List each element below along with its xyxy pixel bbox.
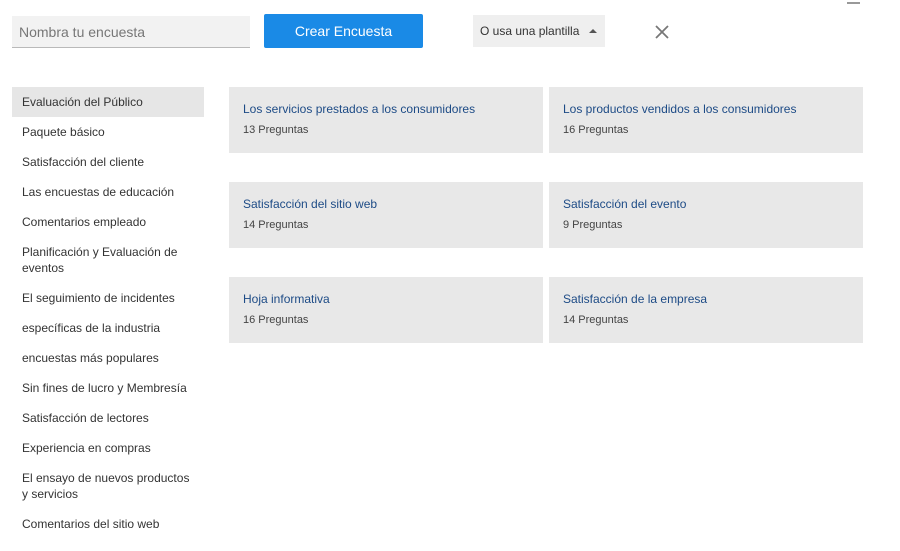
template-card-question-count: 14 Preguntas: [243, 219, 309, 231]
create-survey-button[interactable]: Crear Encuesta: [264, 14, 423, 48]
survey-name-input[interactable]: [12, 16, 250, 48]
template-card[interactable]: Hoja informativa 16 Preguntas: [229, 277, 543, 343]
template-card[interactable]: Los servicios prestados a los consumidor…: [229, 87, 543, 153]
template-card[interactable]: Los productos vendidos a los consumidore…: [549, 87, 863, 153]
template-card-question-count: 14 Preguntas: [563, 314, 629, 326]
caret-up-icon: [589, 29, 597, 33]
top-right-clipped-controls: [847, 0, 860, 4]
template-card-title: Satisfacción del evento: [563, 197, 687, 211]
template-card[interactable]: Satisfacción del sitio web 14 Preguntas: [229, 182, 543, 248]
template-card-title: Los productos vendidos a los consumidore…: [563, 102, 797, 116]
sidebar-item-encuestas-educacion[interactable]: Las encuestas de educación: [12, 177, 204, 207]
template-cards-grid: Los servicios prestados a los consumidor…: [229, 87, 863, 343]
sidebar-item-satisfaccion-lectores[interactable]: Satisfacción de lectores: [12, 403, 204, 433]
template-card-title: Hoja informativa: [243, 292, 330, 306]
template-card[interactable]: Satisfacción de la empresa 14 Preguntas: [549, 277, 863, 343]
template-card-title: Satisfacción de la empresa: [563, 292, 708, 306]
clipped-icon: [847, 0, 860, 4]
close-icon: [655, 25, 669, 39]
sidebar-item-comentarios-empleado[interactable]: Comentarios empleado: [12, 207, 204, 237]
sidebar-item-evaluacion-publico[interactable]: Evaluación del Público: [12, 87, 204, 117]
template-card-question-count: 13 Preguntas: [243, 124, 309, 136]
template-dropdown-label: O usa una plantilla: [480, 24, 580, 38]
sidebar-item-experiencia-compras[interactable]: Experiencia en compras: [12, 433, 204, 463]
template-card-question-count: 16 Preguntas: [243, 314, 309, 326]
sidebar-item-paquete-basico[interactable]: Paquete básico: [12, 117, 204, 147]
template-card-title: Los servicios prestados a los consumidor…: [243, 102, 476, 116]
template-card-title: Satisfacción del sitio web: [243, 197, 378, 211]
sidebar-item-planificacion-eventos[interactable]: Planificación y Evaluación de eventos: [12, 237, 204, 283]
sidebar-item-ensayo-productos[interactable]: El ensayo de nuevos productos y servicio…: [12, 463, 204, 509]
category-sidebar: Evaluación del Público Paquete básico Sa…: [12, 87, 204, 539]
sidebar-item-seguimiento-incidentes[interactable]: El seguimiento de incidentes: [12, 283, 204, 313]
sidebar-item-satisfaccion-cliente[interactable]: Satisfacción del cliente: [12, 147, 204, 177]
template-dropdown[interactable]: O usa una plantilla: [473, 15, 605, 47]
template-card-question-count: 16 Preguntas: [563, 124, 629, 136]
sidebar-item-mas-populares[interactable]: encuestas más populares: [12, 343, 204, 373]
close-button[interactable]: [652, 22, 672, 42]
sidebar-item-comentarios-sitio-web[interactable]: Comentarios del sitio web: [12, 509, 204, 539]
sidebar-item-sin-fines-lucro[interactable]: Sin fines de lucro y Membresía: [12, 373, 204, 403]
template-picker-page: Crear Encuesta O usa una plantilla Evalu…: [0, 0, 900, 551]
sidebar-item-especificas-industria[interactable]: específicas de la industria: [12, 313, 204, 343]
template-card[interactable]: Satisfacción del evento 9 Preguntas: [549, 182, 863, 248]
template-card-question-count: 9 Preguntas: [563, 219, 623, 231]
